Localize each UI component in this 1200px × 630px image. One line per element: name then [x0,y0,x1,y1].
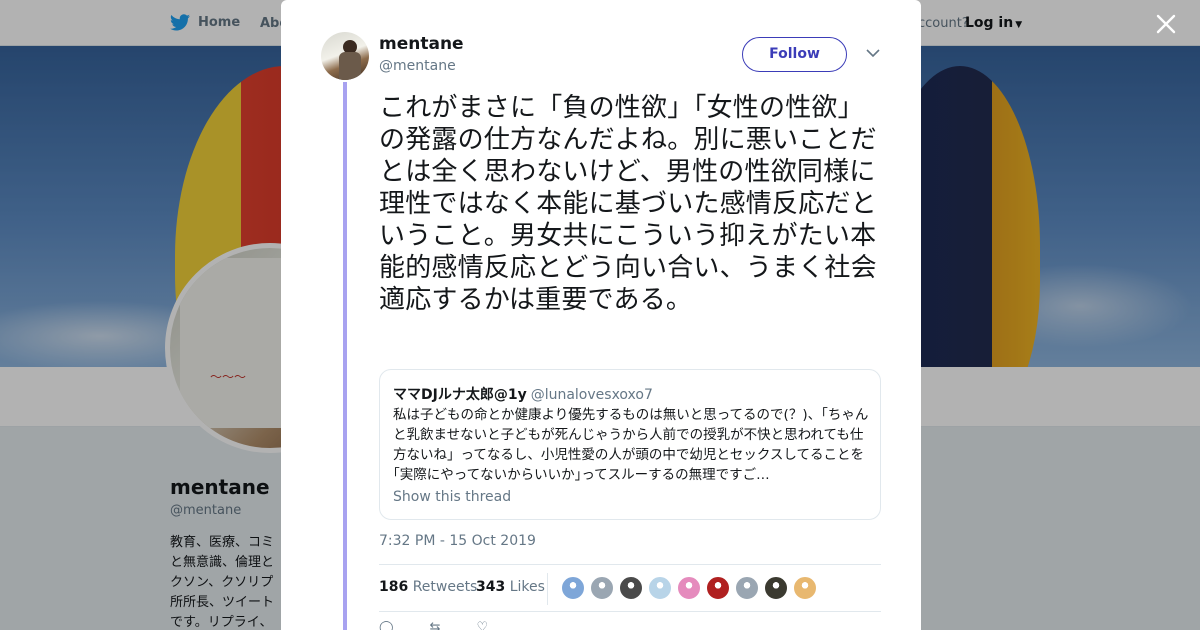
tweet-stats: 186 Retweets 343 Likes [379,564,881,612]
retweet-icon[interactable]: ⇆ [430,620,441,630]
chevron-down-icon[interactable] [863,45,883,65]
default-avatar[interactable] [590,576,614,600]
reply-icon[interactable]: ◯ [379,620,394,630]
default-avatar[interactable] [735,576,759,600]
cartoon-avatar[interactable] [648,576,672,600]
quoted-author-name: ママDJルナ太郎@1y [393,387,527,403]
quoted-tweet-text: 私は子どもの命とか健康より優先するものは無いと思ってるので(？)、「ちゃんと乳飲… [393,407,869,483]
close-x-glyph [1156,14,1176,34]
red-mask-avatar[interactable] [706,576,730,600]
anime-avatar[interactable] [793,576,817,600]
retweets-label: Retweets [412,579,478,595]
tweet-text: これがまさに「負の性欲」「女性の性欲」の発露の仕方なんだよね。別に悪いことだとは… [379,93,877,315]
tweet-timestamp[interactable]: 7:32 PM - 15 Oct 2019 [379,533,536,549]
likes-stat[interactable]: 343 Likes [476,579,545,595]
retweets-count: 186 [379,579,409,595]
author-avatar[interactable] [321,32,369,80]
retweets-stat[interactable]: 186 Retweets [379,579,477,595]
seal-avatar[interactable] [764,576,788,600]
chevron-glyph [866,49,880,58]
quoted-tweet[interactable]: ママDJルナ太郎@1y @lunalovesxoxo7 私は子どもの命とか健康より… [379,369,881,520]
sketch-avatar[interactable] [619,576,643,600]
bunny-avatar[interactable] [677,576,701,600]
tweet-modal: mentane @mentane Follow これがまさに「負の性欲」「女性の… [281,0,921,630]
author-handle[interactable]: @mentane [379,58,456,74]
avatar-body [339,52,361,80]
like-icon[interactable]: ♡ [476,620,488,630]
thread-connector-line [343,82,347,630]
author-name[interactable]: mentane [379,34,464,54]
quoted-tweet-header: ママDJルナ太郎@1y @lunalovesxoxo7 [393,384,653,404]
tweet-actions: ◯ ⇆ ♡ [379,620,679,630]
likers-avatars [561,576,817,600]
follow-button[interactable]: Follow [742,37,847,72]
stats-divider [547,573,548,605]
quoted-author-handle: @lunalovesxoxo7 [530,387,653,403]
likes-count: 343 [476,579,506,595]
show-thread-link[interactable]: Show this thread [393,489,511,505]
close-icon[interactable] [1152,10,1180,38]
likes-label: Likes [509,579,545,595]
bird-avatar[interactable] [561,576,585,600]
